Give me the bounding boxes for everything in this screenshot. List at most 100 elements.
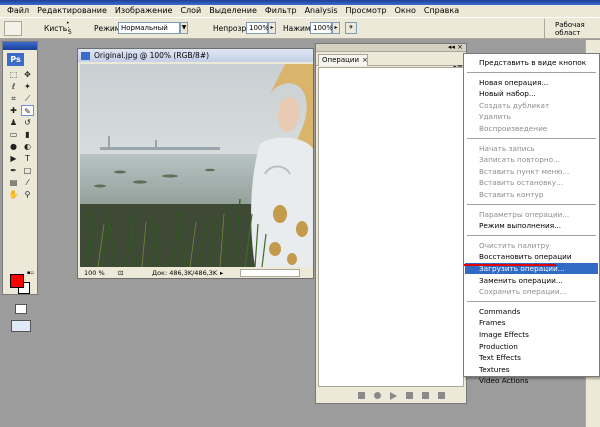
pen-tool-icon[interactable]: ✒ <box>7 165 20 176</box>
stop-icon[interactable] <box>358 392 365 399</box>
menu-item[interactable]: Выделение <box>205 5 261 17</box>
context-menu-item: Вставить контур <box>479 190 544 199</box>
magic-wand-tool-icon[interactable]: ✦ <box>21 81 34 92</box>
brush-size[interactable]: 5 <box>68 29 72 36</box>
context-menu-item[interactable]: Новая операция... <box>465 77 598 88</box>
context-menu-item[interactable]: Режим выполнения... <box>465 220 598 231</box>
tab-close-icon[interactable]: × <box>362 56 368 64</box>
menu-separator <box>467 300 596 302</box>
mode-select[interactable]: Нормальный <box>118 22 180 34</box>
zoom-tool-icon[interactable]: ⚲ <box>21 189 34 200</box>
play-icon[interactable] <box>390 392 397 400</box>
menu-separator <box>467 137 596 139</box>
opacity-slider-icon[interactable]: ▸ <box>268 22 276 34</box>
menu-item[interactable]: Просмотр <box>342 5 391 17</box>
horizontal-scrollbar[interactable] <box>240 269 300 277</box>
options-bar: Кисть: • 5 Режим: Нормальный ▼ Непрозр.:… <box>0 17 600 39</box>
context-menu-item: Воспроизведение <box>479 124 548 133</box>
context-menu-item[interactable]: Image Effects <box>465 329 598 340</box>
eraser-tool-icon[interactable]: ▭ <box>7 129 20 140</box>
context-menu-item[interactable]: Textures <box>465 364 598 375</box>
context-menu-item: Очистить палитру <box>479 240 550 250</box>
hand-tool-icon[interactable]: ✋ <box>7 189 20 200</box>
menu-separator <box>467 203 596 205</box>
context-menu-item[interactable]: Новый набор... <box>465 88 598 99</box>
context-menu-item: Записать повторно... <box>479 155 561 165</box>
panel-header[interactable]: ◂◂ × <box>316 43 466 52</box>
context-menu-item[interactable]: Представить в виде кнопок <box>465 57 598 68</box>
document-window: Original.jpg @ 100% (RGB/8#) 100 % ⊡ Док… <box>77 48 314 279</box>
quick-mask-icon[interactable] <box>15 304 27 314</box>
menu-separator <box>467 71 596 73</box>
airbrush-icon[interactable]: ✈ <box>345 22 357 34</box>
context-menu-item: Параметры операции... <box>479 209 570 219</box>
status-arrow-icon[interactable]: ▸ <box>220 268 223 278</box>
brush-tool-preset-icon[interactable] <box>4 21 22 36</box>
workspace-button[interactable]: Рабочая област <box>544 19 600 39</box>
actions-list[interactable] <box>318 67 464 387</box>
pressure-label: Нажим: <box>283 24 314 33</box>
document-canvas[interactable] <box>80 64 313 267</box>
tab-actions-label: Операции <box>322 56 359 64</box>
context-menu-item: Вставить пункт меню... <box>479 166 570 176</box>
dodge-tool-icon[interactable]: ◐ <box>21 141 34 152</box>
menu-item[interactable]: Analysis <box>301 5 342 17</box>
brush-tool-icon[interactable]: ✎ <box>21 105 34 116</box>
panel-collapse-icon[interactable]: ◂◂ × <box>448 43 463 51</box>
notes-tool-icon[interactable]: ▤ <box>7 177 20 188</box>
stamp-tool-icon[interactable]: ♟ <box>7 117 20 128</box>
menu-bar: Файл Редактирование Изображение Слой Выделен… <box>0 5 600 17</box>
menu-item[interactable]: Файл <box>3 5 33 17</box>
menu-item[interactable]: Фильтр <box>261 5 301 17</box>
mode-dropdown-icon[interactable]: ▼ <box>180 22 188 34</box>
opacity-input[interactable]: 100% <box>246 22 269 34</box>
context-menu-item[interactable]: Frames <box>465 317 598 328</box>
healing-tool-icon[interactable]: ✚ <box>7 105 20 116</box>
shape-tool-icon[interactable]: □ <box>21 165 34 176</box>
context-menu-item: Удалить <box>479 112 511 122</box>
document-title: Original.jpg @ 100% (RGB/8#) <box>94 51 210 60</box>
toolbox-header[interactable] <box>3 42 37 50</box>
menu-item[interactable]: Редактирование <box>33 5 111 17</box>
ps-logo[interactable]: Ps <box>7 53 24 66</box>
blur-tool-icon[interactable]: ● <box>7 141 20 152</box>
menu-item[interactable]: Справка <box>420 5 463 17</box>
crop-tool-icon[interactable]: ⌗ <box>7 93 20 104</box>
context-menu-item[interactable]: Video Actions <box>465 375 598 386</box>
foreground-color-swatch[interactable] <box>10 274 24 288</box>
move-tool-icon[interactable]: ✥ <box>21 69 34 80</box>
delete-icon[interactable] <box>438 392 445 399</box>
marquee-tool-icon[interactable]: ⬚ <box>7 69 20 80</box>
context-menu-item[interactable]: Production <box>465 341 598 352</box>
path-select-tool-icon[interactable]: ▶ <box>7 153 20 164</box>
context-menu-item: Создать дубликат <box>479 100 550 110</box>
screen-mode-icon[interactable] <box>11 320 31 332</box>
type-tool-icon[interactable]: T <box>21 153 34 164</box>
lasso-tool-icon[interactable]: ℓ <box>7 81 20 92</box>
zoom-level[interactable]: 100 % <box>84 268 105 278</box>
gradient-tool-icon[interactable]: ▮ <box>21 129 34 140</box>
menu-item[interactable]: Слой <box>176 5 205 17</box>
context-menu-item[interactable]: Заменить операции... <box>465 275 598 286</box>
slice-tool-icon[interactable]: ⟋ <box>21 93 34 104</box>
highlight-underline <box>464 264 556 266</box>
photo-image <box>80 64 313 267</box>
document-title-bar[interactable]: Original.jpg @ 100% (RGB/8#) <box>78 49 313 62</box>
context-menu-item: Начать запись <box>479 143 535 153</box>
pressure-slider-icon[interactable]: ▸ <box>332 22 340 34</box>
context-menu-item[interactable]: Commands <box>465 306 598 317</box>
pressure-input[interactable]: 100% <box>310 22 333 34</box>
menu-item[interactable]: Изображение <box>111 5 177 17</box>
context-menu-item[interactable]: Восстановить операции <box>465 251 598 262</box>
default-colors-icon[interactable]: ▪▫ <box>27 270 34 276</box>
status-icon[interactable]: ⊡ <box>118 268 123 278</box>
context-menu-item[interactable]: Text Effects <box>465 352 598 363</box>
eyedropper-tool-icon[interactable]: ⁄ <box>21 177 34 188</box>
new-action-icon[interactable] <box>422 392 429 399</box>
brush-preview-icon[interactable]: • <box>66 20 70 27</box>
menu-item[interactable]: Окно <box>391 5 420 17</box>
record-icon[interactable] <box>374 392 381 399</box>
new-set-icon[interactable] <box>406 392 413 399</box>
history-brush-tool-icon[interactable]: ↺ <box>21 117 34 128</box>
tab-actions[interactable]: Операции × <box>318 54 368 66</box>
